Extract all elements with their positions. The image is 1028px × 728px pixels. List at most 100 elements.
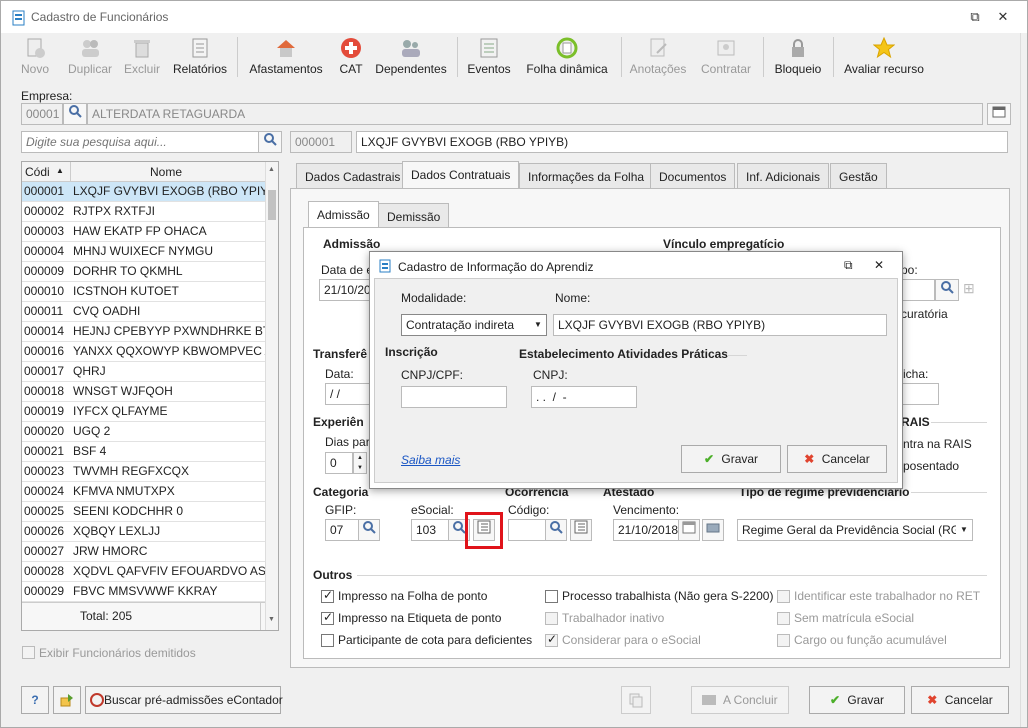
cpf-field[interactable]: [401, 386, 507, 408]
table-row[interactable]: 000001 LXQJF GVYBVI EXOGB (RBO YPIYB): [22, 182, 266, 202]
table-row[interactable]: 000009 DORHR TO QKMHL: [22, 262, 266, 282]
dialog-restore-button[interactable]: ⧉: [844, 258, 853, 273]
chevron-down-icon[interactable]: ▼: [956, 520, 972, 540]
subtab-demissao[interactable]: Demissão: [378, 203, 450, 228]
modalidade-select[interactable]: Contratação indireta: [401, 314, 547, 336]
table-row[interactable]: 000026 XQBQY LEXLJJ: [22, 522, 266, 542]
empresa-search-button[interactable]: [63, 103, 87, 125]
table-row[interactable]: 000024 KFMVA NMUTXPX: [22, 482, 266, 502]
tab-dados-cadastrais[interactable]: Dados Cadastrais: [296, 163, 410, 188]
excluir-button[interactable]: Excluir: [121, 33, 163, 81]
restore-button[interactable]: ⧉: [965, 7, 985, 27]
scroll-down-icon[interactable]: ▼: [268, 616, 275, 623]
vencimento-field[interactable]: 21/10/2018: [613, 519, 679, 541]
table-row[interactable]: 000016 YANXX QQXOWYP KBWOMPVEC A: [22, 342, 266, 362]
afastamentos-button[interactable]: Afastamentos: [245, 33, 327, 81]
codigo-list-button[interactable]: [570, 519, 592, 541]
nome-field[interactable]: LXQJF GVYBVI EXOGB (RBO YPIYB): [553, 314, 887, 336]
dias-spinner[interactable]: ▲ ▼: [353, 452, 367, 474]
table-row[interactable]: 000014 HEJNJ CPEBYYP PXWNDHRKE BTB J: [22, 322, 266, 342]
add-doc-icon[interactable]: ⊞: [963, 280, 983, 300]
option-checkbox[interactable]: [545, 632, 558, 647]
option-checkbox[interactable]: [545, 612, 558, 625]
ficha-field[interactable]: [899, 383, 939, 405]
col-name-header[interactable]: Nome: [150, 165, 182, 179]
scroll-up-icon[interactable]: ▲: [268, 166, 275, 173]
table-row[interactable]: 000003 HAW EKATP FP OHACA: [22, 222, 266, 242]
table-row[interactable]: 000028 XQDVL QAFVFIV EFOUARDVO AST U: [22, 562, 266, 582]
search-button[interactable]: [258, 131, 282, 153]
table-row[interactable]: 000020 UGQ 2: [22, 422, 266, 442]
option-checkbox[interactable]: [321, 610, 334, 625]
table-row[interactable]: 000002 RJTPX RXTFJI: [22, 202, 266, 222]
data-admissao-field[interactable]: 21/10/20: [319, 279, 375, 301]
gravar-button[interactable]: ✔ Gravar: [809, 686, 905, 714]
empresa-code-field[interactable]: 00001: [21, 103, 63, 125]
window-scrollbar[interactable]: [1020, 33, 1027, 727]
chevron-down-icon[interactable]: ▼: [530, 315, 546, 335]
list-scrollbar[interactable]: ▲ ▼: [265, 162, 278, 630]
subtab-admissao[interactable]: Admissão: [308, 201, 379, 228]
calendar-button[interactable]: [678, 519, 700, 541]
anotacoes-button[interactable]: Anotações: [627, 33, 689, 81]
close-button[interactable]: ✕: [993, 7, 1013, 27]
cnpj-field[interactable]: . . / -: [531, 386, 637, 408]
option-checkbox[interactable]: [545, 590, 558, 603]
search-input[interactable]: [21, 131, 259, 153]
concluir-button[interactable]: A Concluir: [691, 686, 789, 714]
saiba-mais-link[interactable]: Saiba mais: [401, 453, 460, 467]
show-dismissed-checkbox[interactable]: [22, 646, 35, 659]
transfer-data-field[interactable]: / /: [325, 383, 371, 405]
table-row[interactable]: 000025 SEENI KODCHHR 0: [22, 502, 266, 522]
novo-button[interactable]: Novo: [15, 33, 55, 81]
help-button[interactable]: ?: [21, 686, 49, 714]
folha-dinamica-button[interactable]: Folha dinâmica: [521, 33, 613, 81]
avaliar-button[interactable]: Avaliar recurso: [839, 33, 929, 81]
table-row[interactable]: 000023 TWVMH REGFXCQX: [22, 462, 266, 482]
table-row[interactable]: 000017 QHRJ: [22, 362, 266, 382]
table-row[interactable]: 000021 BSF 4: [22, 442, 266, 462]
option-checkbox[interactable]: [321, 588, 334, 603]
tab-inf-adicionais[interactable]: Inf. Adicionais: [737, 163, 830, 188]
col-code-header[interactable]: Códi: [25, 165, 50, 179]
tab-informacoes-folha[interactable]: Informações da Folha: [519, 163, 654, 188]
dialog-close-button[interactable]: ✕: [874, 258, 884, 272]
employee-name-field[interactable]: LXQJF GVYBVI EXOGB (RBO YPIYB): [356, 131, 1008, 153]
regime-select[interactable]: Regime Geral da Previdência Social (RGP: [737, 519, 973, 541]
tab-documentos[interactable]: Documentos: [650, 163, 736, 188]
contratar-button[interactable]: Contratar: [695, 33, 757, 81]
copy-button[interactable]: [621, 686, 651, 714]
relatorios-button[interactable]: Relatórios: [169, 33, 231, 81]
import-button[interactable]: [53, 686, 81, 714]
empresa-window-button[interactable]: [987, 103, 1011, 125]
gfip-search-button[interactable]: [358, 519, 380, 541]
scroll-thumb[interactable]: [268, 190, 276, 220]
gfip-field[interactable]: 07: [325, 519, 359, 541]
card-button[interactable]: [702, 519, 724, 541]
tab-gestao[interactable]: Gestão: [830, 163, 887, 188]
dependentes-button[interactable]: Dependentes: [375, 33, 447, 81]
cat-button[interactable]: CAT: [335, 33, 367, 81]
eventos-button[interactable]: Eventos: [465, 33, 513, 81]
tab-dados-contratuais[interactable]: Dados Contratuais: [402, 161, 520, 188]
option-checkbox[interactable]: [777, 612, 790, 625]
duplicar-button[interactable]: Duplicar: [61, 33, 119, 81]
buscar-econtador-button[interactable]: Buscar pré-admissões eContador: [85, 686, 283, 714]
bloqueio-button[interactable]: Bloqueio: [769, 33, 827, 81]
table-row[interactable]: 000027 JRW HMORC: [22, 542, 266, 562]
esocial-field[interactable]: 103: [411, 519, 449, 541]
dialog-gravar-button[interactable]: ✔ Gravar: [681, 445, 781, 473]
tipo-search-button[interactable]: [935, 279, 959, 301]
codigo-field[interactable]: [508, 519, 546, 541]
option-checkbox[interactable]: [777, 590, 790, 603]
table-row[interactable]: 000029 FBVC MMSVWWF KKRAY: [22, 582, 266, 602]
cancelar-button[interactable]: ✖ Cancelar: [911, 686, 1009, 714]
dias-field[interactable]: 0: [325, 452, 353, 474]
dialog-cancelar-button[interactable]: ✖ Cancelar: [787, 445, 887, 473]
table-row[interactable]: 000019 IYFCX QLFAYME: [22, 402, 266, 422]
option-checkbox[interactable]: [777, 634, 790, 647]
table-row[interactable]: 000018 WNSGT WJFQOH: [22, 382, 266, 402]
table-row[interactable]: 000004 MHNJ WUIXECF NYMGU: [22, 242, 266, 262]
option-checkbox[interactable]: [321, 634, 334, 647]
codigo-search-button[interactable]: [545, 519, 567, 541]
